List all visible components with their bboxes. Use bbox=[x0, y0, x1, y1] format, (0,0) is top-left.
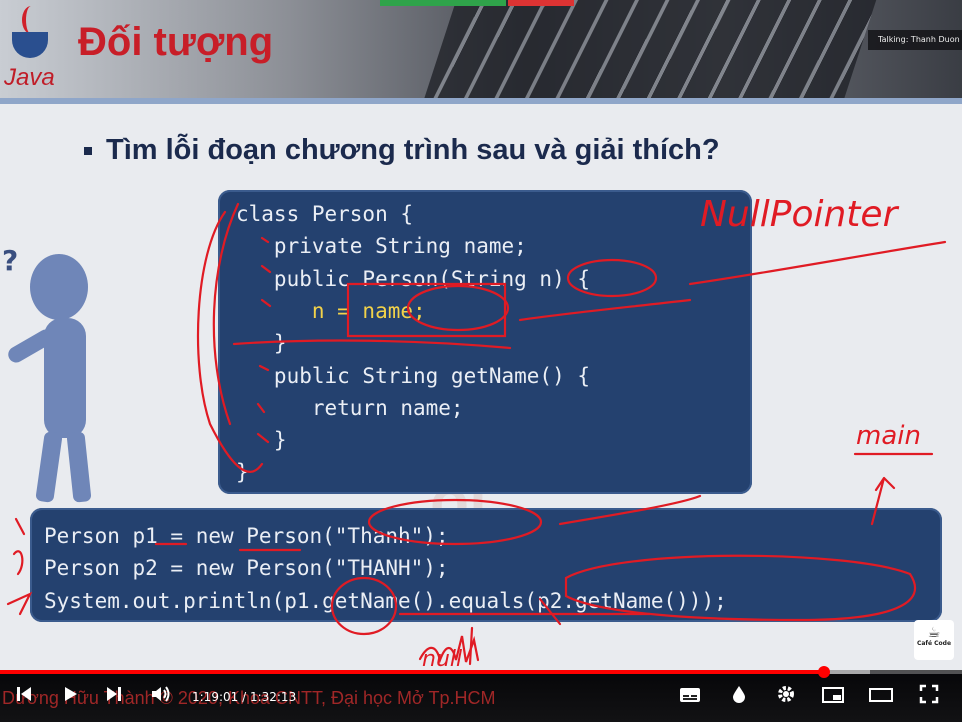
coffee-icon: ☕ bbox=[927, 625, 941, 641]
slide-bullet: Tìm lỗi đoạn chương trình sau và giải th… bbox=[84, 134, 720, 167]
class-code-box: class Person { private String name; publ… bbox=[218, 190, 752, 494]
java-cup-icon bbox=[12, 32, 48, 58]
video-controls: Dương Hữu Thành © 2020, Khoa CNTT, Đại h… bbox=[0, 666, 962, 722]
bullet-text: Tìm lỗi đoạn chương trình sau và giải th… bbox=[106, 134, 720, 166]
java-steam-icon bbox=[22, 6, 40, 34]
code-line: System.out.println(p1.getName().equals(p… bbox=[44, 589, 727, 613]
annotation-main: main bbox=[856, 421, 921, 451]
ambient-button[interactable] bbox=[726, 684, 752, 710]
theater-icon bbox=[869, 688, 893, 702]
subtitles-icon bbox=[680, 688, 700, 702]
miniplayer-icon bbox=[822, 687, 844, 703]
ambient-icon bbox=[733, 686, 745, 703]
duration: 1:32:13 bbox=[249, 690, 297, 704]
main-code-box: Person p1 = new Person("Thanh"); Person … bbox=[30, 508, 942, 622]
meeting-toolbar[interactable] bbox=[380, 0, 574, 6]
code-line: class Person { bbox=[236, 202, 414, 226]
code-line: private String name; bbox=[236, 234, 527, 258]
play-button[interactable] bbox=[56, 684, 84, 710]
java-logo: Java bbox=[4, 2, 64, 94]
code-line: return name; bbox=[236, 396, 464, 420]
next-button[interactable] bbox=[100, 684, 128, 710]
java-logo-text: Java bbox=[4, 64, 55, 91]
code-line: } bbox=[236, 460, 249, 484]
played-bar bbox=[0, 670, 825, 674]
subtitles-button[interactable] bbox=[676, 684, 704, 710]
annotation-null: null bbox=[422, 647, 462, 670]
current-time: 1:19:01 bbox=[192, 690, 239, 704]
scrubber-handle[interactable] bbox=[818, 666, 831, 678]
cafe-code-badge: ☕ Café Code bbox=[914, 620, 954, 660]
slide-content: ỗi Tìm lỗi đoạn chương trình sau và giải… bbox=[0, 104, 962, 670]
settings-button[interactable] bbox=[772, 684, 800, 710]
code-line: public String getName() { bbox=[236, 364, 591, 388]
slide-title: Đối tượng bbox=[78, 20, 274, 64]
talking-indicator: Talking: Thanh Duon bbox=[868, 30, 962, 50]
skip-next-icon bbox=[107, 687, 121, 701]
code-line-highlight: n = name; bbox=[236, 299, 426, 323]
play-icon bbox=[65, 687, 77, 701]
cafe-code-label: Café Code bbox=[916, 640, 952, 647]
slide-header: Java Đối tượng Talking: Thanh Duon bbox=[0, 0, 962, 100]
skip-back-button[interactable] bbox=[10, 684, 38, 710]
volume-button[interactable] bbox=[146, 684, 176, 710]
fullscreen-button[interactable] bbox=[914, 684, 944, 710]
question-mark-icon: ? bbox=[2, 244, 19, 277]
theater-button[interactable] bbox=[866, 684, 896, 710]
bullet-square-icon bbox=[84, 147, 92, 156]
miniplayer-button[interactable] bbox=[818, 684, 848, 710]
skip-back-icon bbox=[17, 687, 31, 701]
code-line: } bbox=[236, 428, 287, 452]
progress-bar[interactable] bbox=[0, 666, 962, 678]
code-line: } bbox=[236, 331, 287, 355]
time-separator: / bbox=[238, 690, 250, 704]
code-line: Person p2 = new Person("THANH"); bbox=[44, 556, 449, 580]
keyboard-background bbox=[423, 0, 877, 100]
volume-icon bbox=[152, 686, 170, 702]
code-line: Person p1 = new Person("Thanh"); bbox=[44, 524, 449, 548]
fullscreen-icon bbox=[919, 684, 939, 704]
time-display: 1:19:01 / 1:32:13 bbox=[192, 686, 296, 708]
settings-icon bbox=[778, 686, 794, 702]
code-line: public Person(String n) { bbox=[236, 267, 591, 291]
thinking-figure: ? bbox=[0, 244, 130, 514]
